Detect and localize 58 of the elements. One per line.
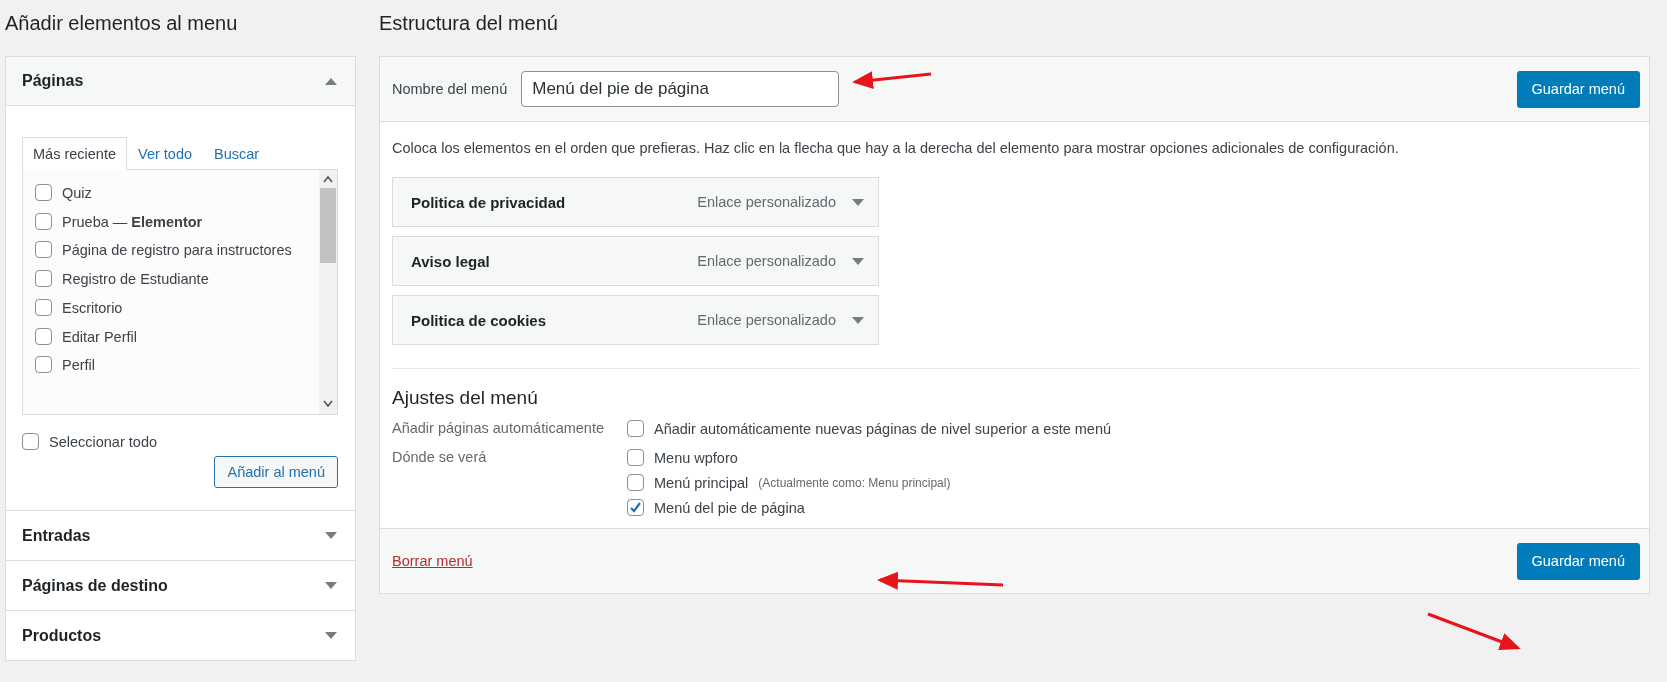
tab[interactable]: Ver todo	[127, 137, 204, 170]
select-all-label: Seleccionar todo	[49, 433, 157, 450]
checkbox[interactable]	[627, 474, 644, 491]
save-menu-button[interactable]: Guardar menú	[1516, 542, 1640, 580]
option-label: Menu wpforo	[654, 449, 738, 466]
scrollbar[interactable]	[319, 170, 337, 414]
checkbox[interactable]	[35, 298, 52, 316]
settings-heading: Ajustes del menú	[392, 387, 539, 409]
checkbox[interactable]	[35, 212, 52, 230]
accordion-title: Páginas de destino	[22, 576, 168, 595]
accordion-title: Páginas	[22, 72, 84, 90]
menu-item[interactable]: Aviso legal Enlace personalizado	[392, 236, 879, 286]
checkbox[interactable]	[35, 184, 52, 201]
checkbox[interactable]	[627, 499, 644, 516]
checkbox[interactable]	[627, 420, 644, 437]
section-heading: Estructura del menú	[379, 11, 559, 36]
menu-item-title: Politica de cookies	[411, 311, 548, 329]
option-label: Añadir automáticamente nuevas páginas de nivel superior a este menú	[654, 420, 1112, 437]
instructions-text: Coloca los elementos en el orden que prefieras. Haz clic en la flecha que hay a la derecha del elemento para mostrar opciones adicionales de configuración.	[392, 140, 1400, 156]
setting-label: Dónde se verá	[392, 449, 488, 467]
expand-triangle-icon[interactable]	[852, 316, 864, 324]
option-label: Menú principal	[654, 474, 749, 491]
menu-item-type: Enlace personalizado	[697, 312, 836, 328]
checkbox[interactable]	[22, 433, 39, 450]
field-label: Nombre del menú	[392, 81, 508, 97]
delete-menu-link[interactable]: Borrar menú	[392, 553, 473, 569]
checkbox[interactable]	[35, 270, 52, 288]
menu-item-type: Enlace personalizado	[697, 194, 836, 210]
page-title: Editar Perfil	[62, 328, 137, 345]
menu-name-field[interactable]: Menú del pie de página	[521, 71, 840, 107]
page-title: Prueba — Elementor	[62, 213, 203, 230]
accordion-title: Productos	[22, 626, 102, 645]
page-title: Perfil	[62, 357, 96, 374]
option-label: Menú del pie de página	[654, 499, 805, 516]
accordion-header[interactable]: Páginas	[6, 57, 355, 106]
page-title: Registro de Estudiante	[62, 271, 209, 288]
option-note: (Actualmente como: Menu principal)	[758, 475, 951, 490]
save-menu-button[interactable]: Guardar menú	[1516, 70, 1640, 108]
page-title: Quiz	[62, 185, 92, 201]
menu-item[interactable]: Politica de privacidad Enlace personalizado	[392, 177, 879, 227]
checkbox[interactable]	[35, 356, 52, 374]
page-title: Escritorio	[62, 299, 123, 316]
menu-item-title: Aviso legal	[411, 252, 491, 270]
checkbox[interactable]	[627, 449, 644, 466]
tab[interactable]: Más reciente	[22, 137, 127, 170]
section-heading: Añadir elementos al menu	[5, 11, 239, 36]
menu-item-title: Politica de privacidad	[411, 193, 567, 211]
tab[interactable]: Buscar	[203, 137, 271, 170]
expand-triangle-icon[interactable]	[852, 257, 864, 265]
add-to-menu-button[interactable]: Añadir al menú	[214, 456, 338, 488]
page-title: Página de registro para instructores	[62, 242, 292, 259]
menu-item-type: Enlace personalizado	[697, 253, 836, 269]
expand-triangle-icon[interactable]	[852, 198, 864, 206]
checkbox[interactable]	[35, 327, 52, 345]
checkbox[interactable]	[35, 241, 52, 259]
menu-item[interactable]: Politica de cookies Enlace personalizado	[392, 295, 879, 345]
setting-label: Añadir páginas automáticamente	[392, 420, 605, 437]
accordion-title: Entradas	[22, 526, 91, 545]
